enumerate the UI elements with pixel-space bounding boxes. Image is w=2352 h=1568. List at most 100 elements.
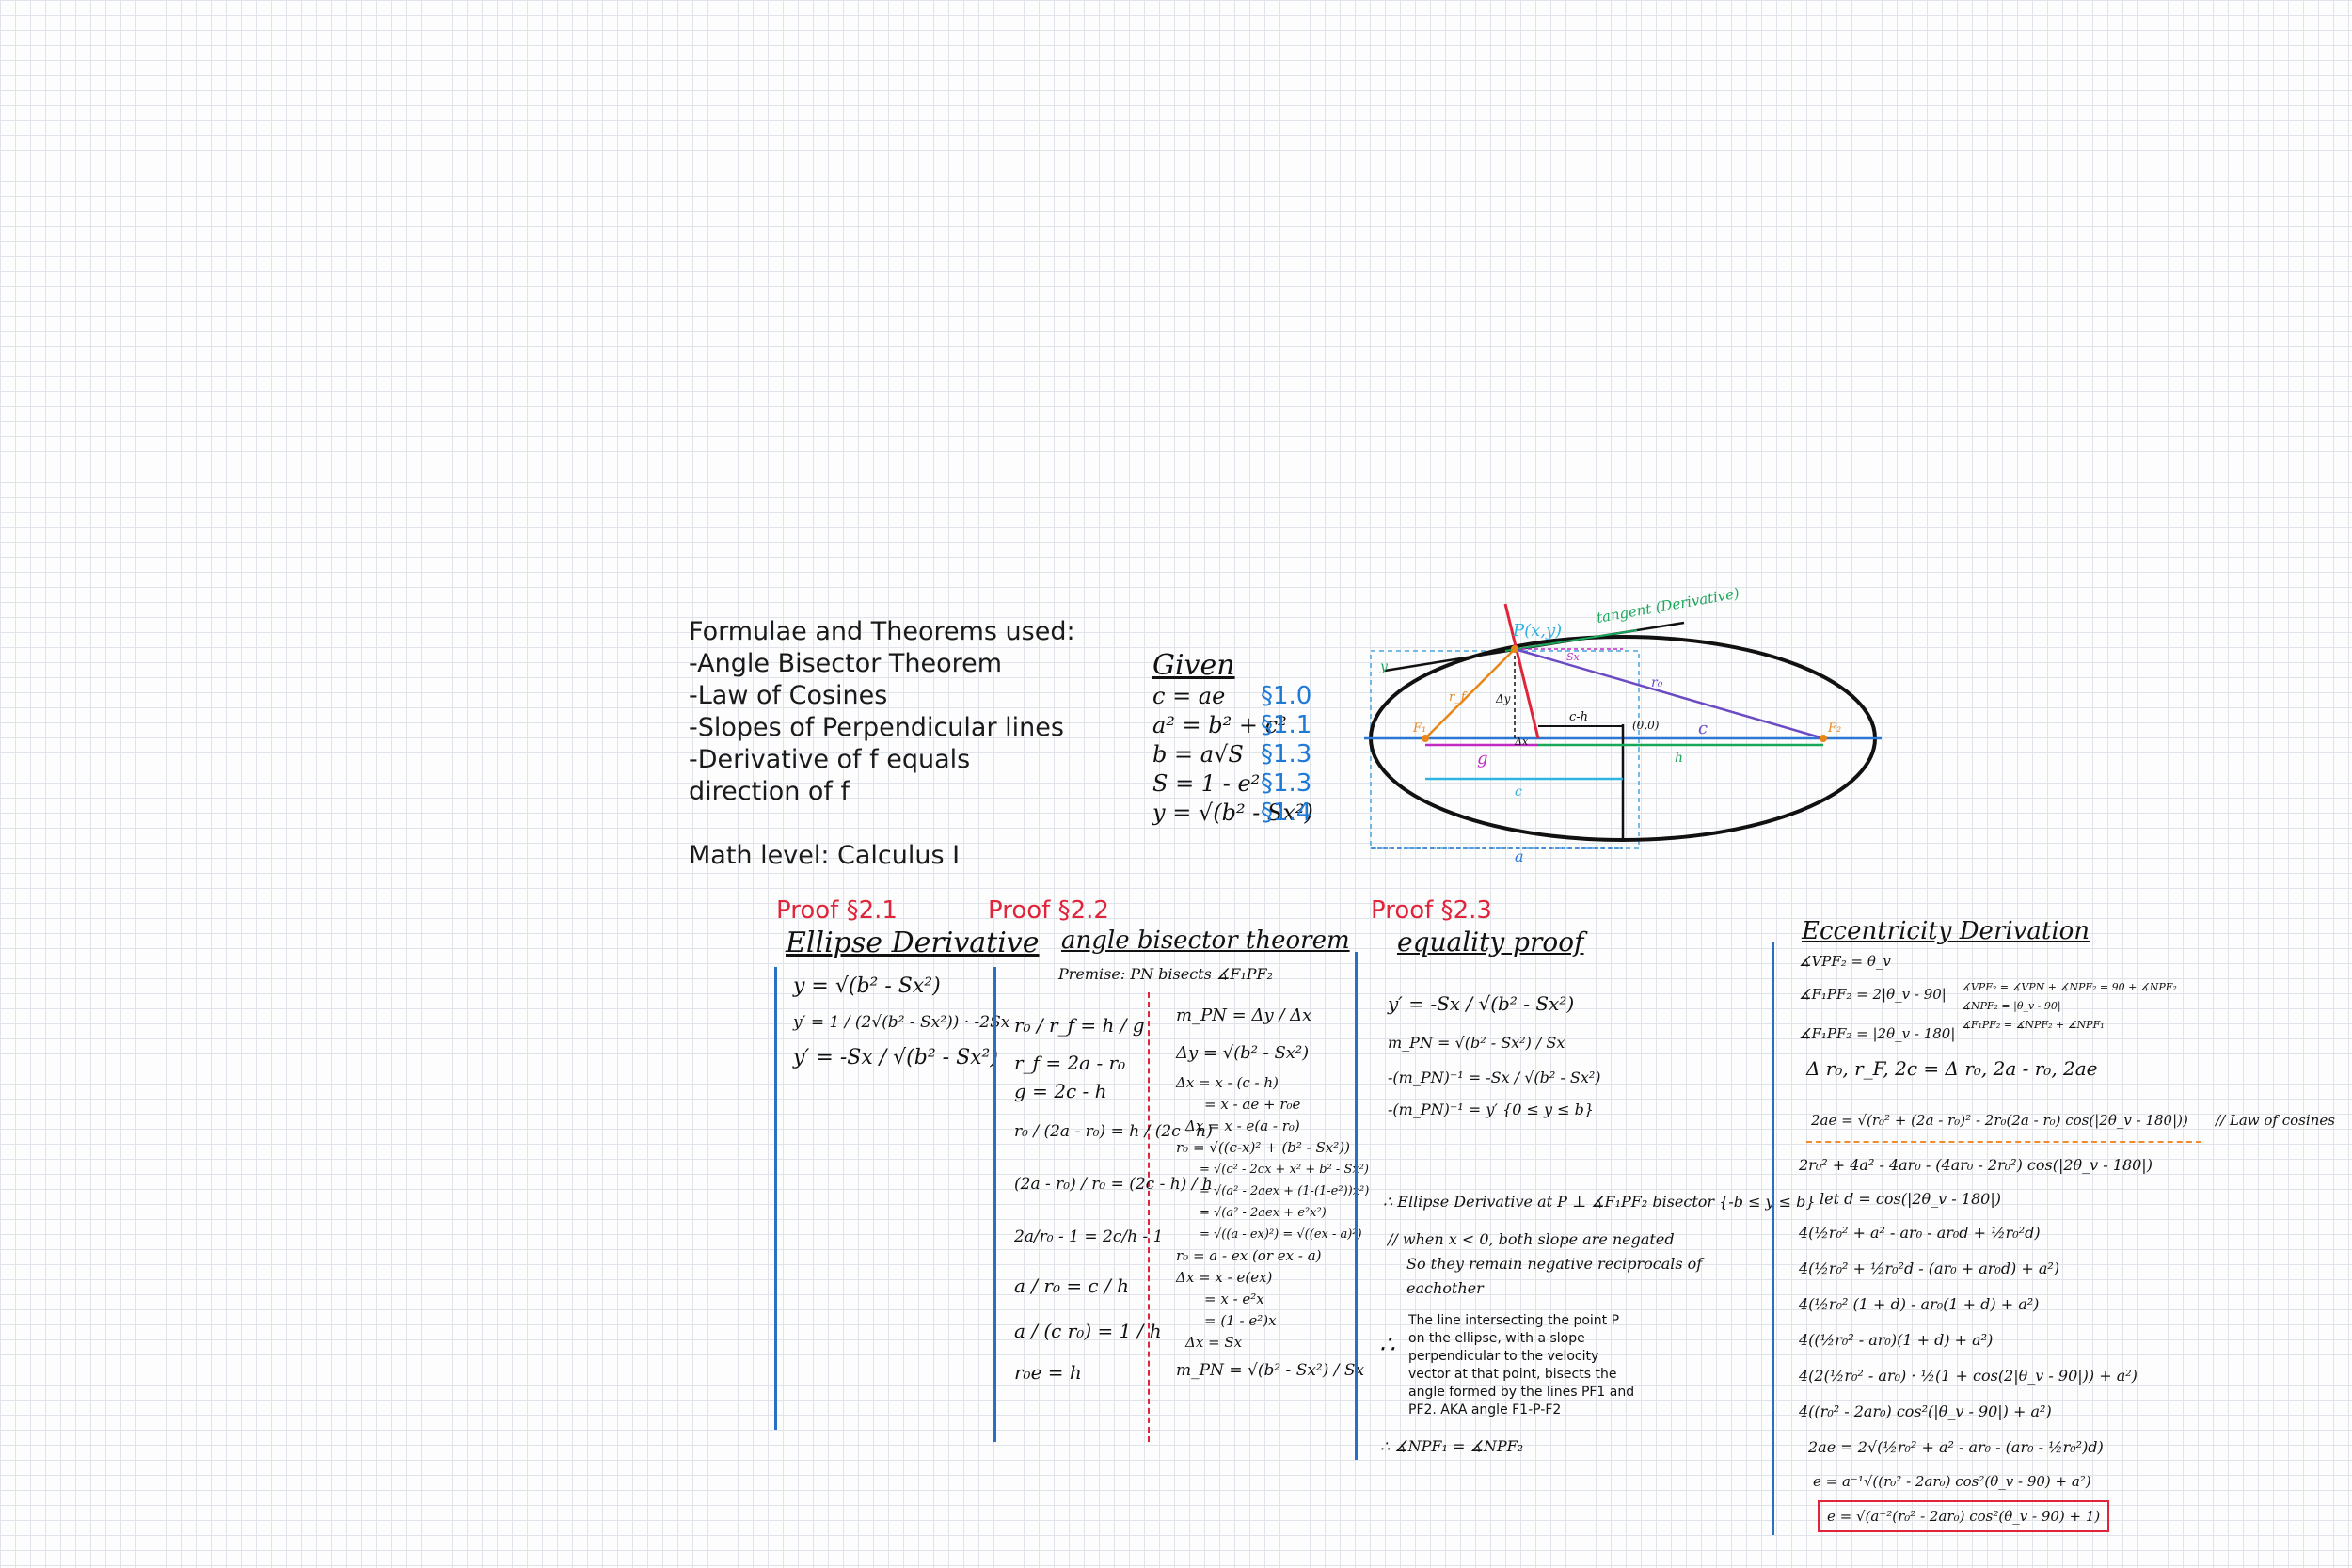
proof-line: y′ = 1 / (2√(b² - Sx²)) · -2Sx xyxy=(793,1013,1010,1032)
label-h: h xyxy=(1675,751,1683,766)
given-ref: §1.1 xyxy=(1261,711,1312,739)
para-line: PF2. AKA angle F1-P-F2 xyxy=(1408,1402,1562,1418)
label-dy: Δy xyxy=(1495,692,1511,705)
proof-2-3-bar xyxy=(1355,952,1358,1460)
proof-2-1-label: Proof §2.1 xyxy=(776,896,898,925)
label-r0: r₀ xyxy=(1651,675,1663,690)
given-ref: §1.0 xyxy=(1261,682,1312,710)
proof-line: = (1 - e²)x xyxy=(1204,1312,1277,1329)
comment-line: // when x < 0, both slope are negated xyxy=(1388,1230,1675,1248)
ecc-law: 2ae = √(r₀² + (2a - r₀)² - 2r₀(2a - r₀) … xyxy=(1811,1112,2188,1129)
ecc-line: ∡VPF₂ = θ_v xyxy=(1799,953,1891,970)
comment-line: So they remain negative reciprocals of xyxy=(1406,1255,1703,1273)
r0-line xyxy=(1514,647,1824,740)
proof-2-2-bar xyxy=(993,967,996,1442)
ecc-line: ∡F₁PF₂ = ∡NPF₂ + ∡NPF₁ xyxy=(1962,1019,2105,1031)
proof-2-1-bar xyxy=(774,967,777,1430)
ecc-line: e = a⁻¹√((r₀² - 2ar₀) cos²(θ_v - 90) + a… xyxy=(1813,1473,2091,1490)
proof-2-3-conclusion: ∴ Ellipse Derivative at P ⊥ ∡F₁PF₂ bisec… xyxy=(1383,1193,1816,1211)
ecc-bar xyxy=(1772,942,1774,1535)
formulae-item: -Derivative of f equals xyxy=(689,745,971,774)
label-dx: Δx xyxy=(1514,736,1529,748)
proof-line: m_PN = √(b² - Sx²) / Sx xyxy=(1176,1361,1365,1380)
proof-line: y′ = -Sx / √(b² - Sx²) xyxy=(1388,992,1575,1015)
ecc-line: 4(½r₀² + ½r₀²d - (ar₀ + ar₀d) + a²) xyxy=(1799,1259,2060,1277)
ecc-final: e = √(a⁻²(r₀² - 2ar₀) cos²(θ_v - 90) + 1… xyxy=(1818,1500,2110,1532)
ellipse-diagram: P(x,y) tangent (Derivative) y Sx r₀ r_f … xyxy=(1364,584,1882,865)
label-y: y xyxy=(1379,659,1389,674)
proof-2-3-paragraph: The line intersecting the point P on the… xyxy=(1408,1312,1634,1419)
label-c: c xyxy=(1515,784,1522,800)
given-title: Given xyxy=(1152,649,1235,682)
proof-line: Δx = x - e(a - r₀) xyxy=(1185,1117,1300,1134)
label-c-axis: c xyxy=(1698,719,1708,738)
ecc-line: 4((½r₀² - ar₀)(1 + d) + a²) xyxy=(1799,1331,1994,1349)
formulae-block: Formulae and Theorems used: -Angle Bisec… xyxy=(689,616,1075,872)
para-line: The line intersecting the point P xyxy=(1408,1313,1620,1328)
proof-2-2-premise: Premise: PN bisects ∡F₁PF₂ xyxy=(1058,965,1274,983)
proof-line: y = √(b² - Sx²) xyxy=(793,974,941,998)
ecc-line: 4(½r₀² + a² - ar₀ - ar₀d + ½r₀²d) xyxy=(1799,1224,2041,1242)
formulae-item: -Angle Bisector Theorem xyxy=(689,649,1003,678)
label-c-minus-h: c-h xyxy=(1569,710,1588,724)
proof-line: -(m_PN)⁻¹ = -Sx / √(b² - Sx²) xyxy=(1388,1069,1601,1086)
ecc-line: 2ae = 2√(½r₀² + a² - ar₀ - (ar₀ - ½r₀²)d… xyxy=(1808,1438,2104,1456)
ecc-triangle: Δ r₀, r_F, 2c = Δ r₀, 2a - r₀, 2ae xyxy=(1806,1057,2098,1080)
proof-2-3-label: Proof §2.3 xyxy=(1371,896,1492,925)
focus-f1 xyxy=(1422,735,1429,742)
proof-2-1-heading: Ellipse Derivative xyxy=(786,927,1040,959)
formulae-item: direction of f xyxy=(689,777,850,806)
proof-2-2-heading: angle bisector theorem xyxy=(1061,927,1350,955)
formulae-title: Formulae and Theorems used: xyxy=(689,617,1075,646)
ecc-line: ∡F₁PF₂ = 2|θ_v - 90| xyxy=(1799,986,1947,1003)
label-f1: F₁ xyxy=(1412,721,1426,736)
proof-line: y′ = -Sx / √(b² - Sx²) xyxy=(793,1046,998,1069)
point-p xyxy=(1511,645,1518,653)
formulae-item: -Law of Cosines xyxy=(689,681,888,710)
proof-2-3-heading: equality proof xyxy=(1397,927,1584,958)
ecc-line: let d = cos(|2θ_v - 180|) xyxy=(1820,1190,2001,1208)
ecc-dashed-rule xyxy=(1806,1141,2201,1143)
ecc-body: 2r₀² + 4a² - 4ar₀ - (4ar₀ - 2r₀²) cos(|2… xyxy=(1799,1148,2153,1497)
ecc-line: 4((r₀² - 2ar₀) cos²(|θ_v - 90|) + a²) xyxy=(1799,1402,2052,1420)
proof-line: -(m_PN)⁻¹ = y′ {0 ≤ y ≤ b} xyxy=(1388,1101,1594,1118)
given-ref: §1.3 xyxy=(1261,769,1312,798)
math-level: Math level: Calculus I xyxy=(689,841,961,870)
proof-line: = √((a - ex)²) = √((ex - a)²) xyxy=(1200,1227,1362,1242)
given-ref: §1.4 xyxy=(1261,799,1312,827)
proof-line: Δx = Sx xyxy=(1185,1334,1243,1351)
ecc-line: 2r₀² + 4a² - 4ar₀ - (4ar₀ - 2r₀²) cos(|2… xyxy=(1799,1156,2153,1174)
proof-line: = x - e²x xyxy=(1204,1291,1264,1307)
proof-2-3-body: y′ = -Sx / √(b² - Sx²) m_PN = √(b² - Sx²… xyxy=(1388,983,1601,1126)
ecc-line: ∡VPF₂ = ∡VPN + ∡NPF₂ = 90 + ∡NPF₂ xyxy=(1962,981,2177,993)
proof-2-1-body: y = √(b² - Sx²) y′ = 1 / (2√(b² - Sx²)) … xyxy=(793,969,1009,1076)
para-line: angle formed by the lines PF1 and xyxy=(1408,1385,1635,1400)
proof-line: Δx = x - e(ex) xyxy=(1176,1269,1273,1286)
dotted-box xyxy=(1370,650,1640,849)
comment-line: eachother xyxy=(1406,1279,1484,1297)
formulae-item: -Slopes of Perpendicular lines xyxy=(689,713,1064,742)
ecc-angles-left: ∡VPF₂ = θ_v ∡F₁PF₂ = 2|θ_v - 90| ∡F₁PF₂ … xyxy=(1799,948,1955,1053)
proof-line: Δx = x - (c - h) xyxy=(1176,1074,1279,1091)
ecc-angles-right: ∡VPF₂ = ∡VPN + ∡NPF₂ = 90 + ∡NPF₂ ∡NPF₂ … xyxy=(1962,978,2177,1035)
focus-f2 xyxy=(1820,735,1827,742)
therefore-mark: ∴ xyxy=(1379,1331,1395,1359)
proof-line: = x - ae + r₀e xyxy=(1204,1096,1301,1113)
ecc-line: ∡F₁PF₂ = |2θ_v - 180| xyxy=(1799,1025,1956,1042)
proof-line: r₀ = a - ex (or ex - a) xyxy=(1176,1247,1322,1264)
proof-2-2-right: m_PN = Δy / Δx Δy = √(b² - Sx²) Δx = x -… xyxy=(1176,997,1369,1387)
label-rf: r_f xyxy=(1449,690,1468,705)
label-g: g xyxy=(1477,749,1488,768)
given-ref: §1.3 xyxy=(1261,740,1312,768)
para-line: perpendicular to the velocity xyxy=(1408,1349,1599,1364)
ecc-line: 4(2(½r₀² - ar₀) · ½(1 + cos(2|θ_v - 90|)… xyxy=(1799,1367,2137,1385)
ecc-heading: Eccentricity Derivation xyxy=(1802,917,2090,945)
proof-line: m_PN = Δy / Δx xyxy=(1176,1006,1312,1025)
ecc-law-comment: // Law of cosines xyxy=(2216,1112,2335,1129)
ecc-line: 4(½r₀² (1 + d) - ar₀(1 + d) + a²) xyxy=(1799,1295,2040,1313)
given-block: Given c = ae a² = b² + c² b = a√S S = 1 … xyxy=(1152,649,1331,828)
label-a: a xyxy=(1515,847,1524,865)
proof-line: = √(c² - 2cx + x² + b² - Sx²) xyxy=(1200,1163,1369,1177)
label-origin: (0,0) xyxy=(1632,719,1660,732)
para-line: vector at that point, bisects the xyxy=(1408,1367,1617,1382)
